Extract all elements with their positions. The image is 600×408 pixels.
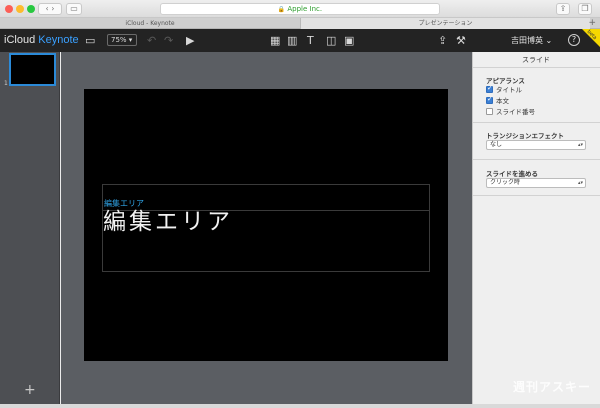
slide-title[interactable]: 編集エリア	[103, 208, 233, 236]
zoom-select[interactable]: 75% ▾	[107, 34, 137, 46]
advance-value: クリック時	[490, 179, 521, 186]
slide-navigator	[0, 52, 60, 404]
inspector-title: スライド	[522, 56, 550, 64]
share-button[interactable]: ⇪	[556, 3, 570, 15]
table-icon[interactable]: ▦	[270, 34, 280, 47]
body-checkbox[interactable]	[486, 95, 493, 104]
slide-panel-toggle-icon[interactable]: ▭	[85, 34, 95, 47]
chevron-updown-icon: ▴▾	[577, 180, 583, 186]
chart-icon[interactable]: ▥	[287, 34, 297, 47]
divider	[473, 195, 600, 196]
title-placeholder-box[interactable]	[102, 184, 430, 211]
transition-heading: トランジションエフェクト	[486, 132, 564, 140]
tab-icloud-keynote[interactable]: iCloud - Keynote	[0, 18, 300, 29]
chevron-updown-icon: ▴▾	[577, 142, 583, 148]
divider	[473, 122, 600, 123]
undo-icon[interactable]: ↶	[147, 34, 156, 47]
tools-wrench-icon[interactable]: ⚒	[456, 34, 466, 47]
divider	[473, 67, 600, 68]
app-brand: iCloud Keynote	[4, 34, 79, 47]
zoom-value: 75%	[111, 36, 127, 44]
brand-keynote: Keynote	[38, 34, 79, 46]
sidebar-toggle-button[interactable]: ▭	[66, 3, 82, 15]
watermark: 週刊アスキー	[513, 380, 592, 394]
play-icon[interactable]: ▶	[186, 34, 194, 47]
title-checkbox[interactable]	[486, 84, 493, 93]
zoom-window-button[interactable]	[27, 5, 35, 13]
new-tab-button[interactable]: +	[588, 18, 596, 28]
slide-thumbnail[interactable]	[9, 53, 56, 86]
redo-icon[interactable]: ↷	[164, 34, 173, 47]
close-window-button[interactable]	[5, 5, 13, 13]
slide-thumbnail-number: 1	[4, 80, 8, 87]
share-icon[interactable]: ⇪	[438, 34, 447, 47]
transition-select[interactable]: なし ▴▾	[486, 140, 586, 150]
text-icon[interactable]: T	[307, 34, 314, 47]
help-button[interactable]: ?	[568, 34, 580, 46]
address-text: Apple Inc.	[287, 5, 323, 13]
address-bar[interactable]: 🔒 Apple Inc.	[160, 3, 440, 15]
divider	[473, 159, 600, 160]
slide-number-checkbox-label: スライド番号	[496, 108, 535, 116]
lock-icon: 🔒	[277, 6, 286, 13]
slide-number-checkbox[interactable]	[486, 108, 493, 115]
tab-bar: iCloud - Keynote プレゼンテーション +	[0, 18, 600, 29]
brand-icloud: iCloud	[4, 34, 36, 46]
advance-heading: スライドを進める	[486, 170, 538, 178]
inspector-panel	[472, 52, 600, 404]
tabs-overview-button[interactable]: ❐	[578, 3, 592, 15]
app-toolbar: iCloud Keynote ▭ 75% ▾ ↶ ↷ ▶ ▦ ▥ T ◫ ▣ ⇪…	[0, 29, 600, 52]
shape-icon[interactable]: ◫	[326, 34, 336, 47]
user-name: 吉田博英	[511, 36, 543, 45]
add-slide-button[interactable]: +	[24, 382, 36, 398]
back-forward-button[interactable]: ‹ ›	[38, 3, 62, 15]
media-icon[interactable]: ▣	[344, 34, 354, 47]
title-checkbox-label: タイトル	[496, 86, 522, 94]
transition-value: なし	[490, 141, 503, 148]
tab-presentation[interactable]: プレゼンテーション	[300, 18, 590, 29]
minimize-window-button[interactable]	[16, 5, 24, 13]
user-menu[interactable]: 吉田博英 ⌄	[511, 36, 552, 46]
body-checkbox-label: 本文	[496, 97, 509, 105]
advance-select[interactable]: クリック時 ▴▾	[486, 178, 586, 188]
bottom-bar	[0, 404, 600, 408]
